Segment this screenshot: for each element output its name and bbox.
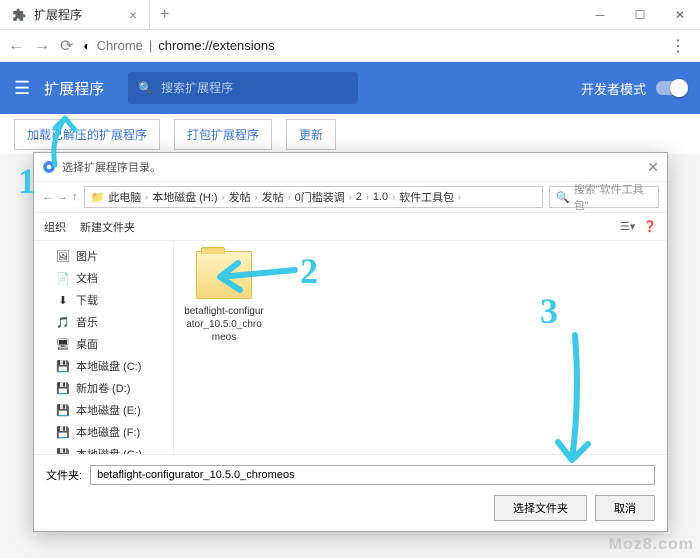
dialog-footer: 文件夹: 选择文件夹 取消 xyxy=(34,454,667,531)
search-icon: 🔍 xyxy=(556,191,570,204)
tree-item[interactable]: 💾本地磁盘 (F:) xyxy=(34,421,173,443)
dialog-title: 选择扩展程序目录。 xyxy=(62,159,161,175)
address-bar: ← → ⟳ ◐ Chrome | chrome://extensions ⋮ xyxy=(0,30,700,62)
breadcrumb-path[interactable]: 📁此电脑›本地磁盘 (H:)›发帖›发帖›0门槛装调›2›1.0›软件工具包› xyxy=(84,186,544,208)
dialog-search[interactable]: 🔍搜索"软件工具包" xyxy=(549,186,659,208)
browser-titlebar: 扩展程序 × + ─ ☐ ✕ xyxy=(0,0,700,30)
extensions-toolbar: ☰ 扩展程序 🔍 开发者模式 xyxy=(0,62,700,114)
url-prefix: Chrome xyxy=(97,38,143,53)
page-title: 扩展程序 xyxy=(44,78,104,99)
folder-item[interactable]: betaflight-configurator_10.5.0_chromeos xyxy=(184,251,264,344)
puzzle-icon xyxy=(12,8,26,22)
dialog-nav-row: ←→↑ 📁此电脑›本地磁盘 (H:)›发帖›发帖›0门槛装调›2›1.0›软件工… xyxy=(34,181,667,213)
browser-menu-icon[interactable]: ⋮ xyxy=(664,36,692,56)
select-folder-button[interactable]: 选择文件夹 xyxy=(494,495,587,521)
dialog-nav-arrows[interactable]: ←→↑ xyxy=(42,191,78,203)
tree-item[interactable]: ⬇下载 xyxy=(34,289,173,311)
back-button[interactable]: ← xyxy=(8,37,24,55)
load-unpacked-button[interactable]: 加载已解压的扩展程序 xyxy=(14,119,160,150)
url-text: chrome://extensions xyxy=(158,38,274,53)
dev-mode-toggle[interactable] xyxy=(656,81,686,95)
search-box[interactable]: 🔍 xyxy=(128,72,358,104)
cancel-button[interactable]: 取消 xyxy=(595,495,655,521)
organize-button[interactable]: 组织 xyxy=(44,219,66,235)
update-button[interactable]: 更新 xyxy=(286,119,336,150)
browser-tab[interactable]: 扩展程序 × xyxy=(0,0,150,29)
folder-label: betaflight-configurator_10.5.0_chromeos xyxy=(184,305,264,344)
action-row: 加载已解压的扩展程序 打包扩展程序 更新 xyxy=(0,114,700,154)
search-input[interactable] xyxy=(161,81,348,95)
view-icon[interactable]: ☰▾ xyxy=(620,220,635,233)
dev-mode-label: 开发者模式 xyxy=(581,79,646,98)
minimize-button[interactable]: ─ xyxy=(580,0,620,29)
folder-tree[interactable]: 🖼图片📄文档⬇下载🎵音乐🖥桌面💾本地磁盘 (C:)💾新加卷 (D:)💾本地磁盘 … xyxy=(34,241,174,454)
tree-item[interactable]: 🎵音乐 xyxy=(34,311,173,333)
tree-item[interactable]: 📄文档 xyxy=(34,267,173,289)
dialog-titlebar: 选择扩展程序目录。 ✕ xyxy=(34,153,667,181)
tree-item[interactable]: 💾本地磁盘 (G:) xyxy=(34,443,173,454)
folder-picker-dialog: 选择扩展程序目录。 ✕ ←→↑ 📁此电脑›本地磁盘 (H:)›发帖›发帖›0门槛… xyxy=(33,152,668,532)
tree-item[interactable]: 💾本地磁盘 (E:) xyxy=(34,399,173,421)
tree-item[interactable]: 🖥桌面 xyxy=(34,333,173,355)
url-field[interactable]: ◐ Chrome | chrome://extensions xyxy=(83,38,654,53)
window-controls: ─ ☐ ✕ xyxy=(580,0,700,29)
new-folder-button[interactable]: 新建文件夹 xyxy=(80,219,135,235)
new-tab-button[interactable]: + xyxy=(150,0,179,29)
tree-item[interactable]: 💾新加卷 (D:) xyxy=(34,377,173,399)
forward-button[interactable]: → xyxy=(34,37,50,55)
pack-extension-button[interactable]: 打包扩展程序 xyxy=(174,119,272,150)
tree-item[interactable]: 🖼图片 xyxy=(34,245,173,267)
filename-label: 文件夹: xyxy=(46,467,82,483)
dialog-toolbar: 组织 新建文件夹 ☰▾ ❓ xyxy=(34,213,667,241)
maximize-button[interactable]: ☐ xyxy=(620,0,660,29)
chrome-icon xyxy=(42,160,56,174)
tree-item[interactable]: 💾本地磁盘 (C:) xyxy=(34,355,173,377)
dialog-body: 🖼图片📄文档⬇下载🎵音乐🖥桌面💾本地磁盘 (C:)💾新加卷 (D:)💾本地磁盘 … xyxy=(34,241,667,454)
close-window-button[interactable]: ✕ xyxy=(660,0,700,29)
help-icon[interactable]: ❓ xyxy=(643,220,657,233)
folder-icon xyxy=(196,251,252,299)
hamburger-icon[interactable]: ☰ xyxy=(14,78,30,99)
dialog-close-button[interactable]: ✕ xyxy=(647,159,659,176)
reload-button[interactable]: ⟳ xyxy=(60,36,73,56)
lock-icon: ◐ xyxy=(83,39,90,53)
watermark: Moz8.com xyxy=(609,536,694,554)
tab-title: 扩展程序 xyxy=(34,6,121,23)
file-list[interactable]: betaflight-configurator_10.5.0_chromeos xyxy=(174,241,667,454)
filename-input[interactable] xyxy=(90,465,655,485)
search-icon: 🔍 xyxy=(138,81,153,95)
close-icon[interactable]: × xyxy=(129,7,137,23)
